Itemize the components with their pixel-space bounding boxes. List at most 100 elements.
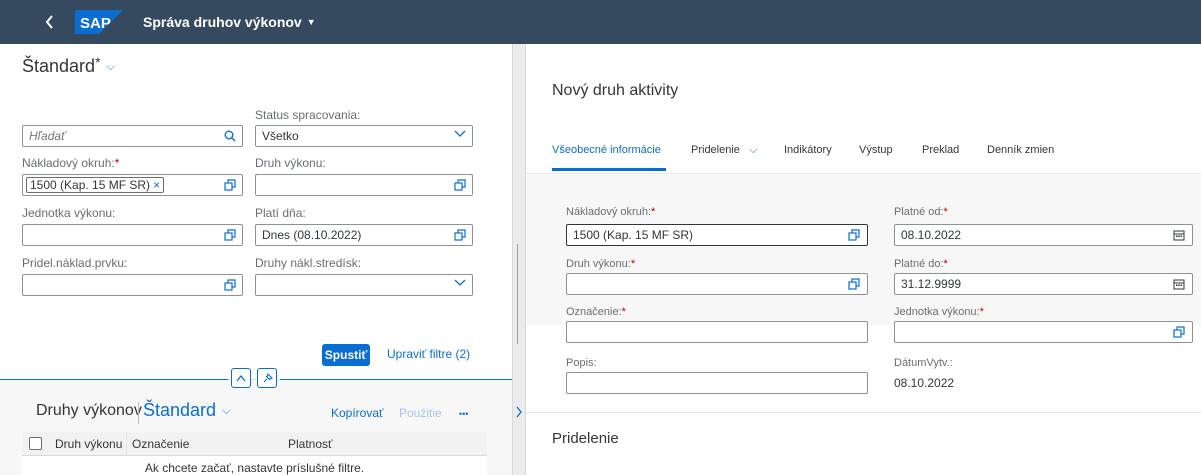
valid-on-input[interactable]: Dnes (08.10.2022) <box>255 224 473 246</box>
cost-area-label: Nákladový okruh:* <box>22 156 119 170</box>
select-all-checkbox[interactable] <box>29 437 42 450</box>
pin-icon <box>263 372 273 383</box>
valid-on-label: Platí dňa: <box>255 206 306 220</box>
cost-area-value: 1500 (Kap. 15 MF SR) <box>573 228 694 242</box>
valid-from-datepicker[interactable]: 08.10.2022 <box>894 224 1193 246</box>
variant-name: Štandard <box>22 56 96 76</box>
designation-input[interactable] <box>566 321 868 343</box>
column-header[interactable]: Platnosť <box>288 437 333 451</box>
element-assign-label: Pridel.náklad.prvku: <box>22 256 128 270</box>
expand-right-icon[interactable] <box>515 406 523 421</box>
value-help-icon[interactable] <box>846 276 862 292</box>
token-remove-icon[interactable]: × <box>153 178 160 192</box>
collapse-header-button[interactable] <box>231 368 251 388</box>
value-help-icon[interactable] <box>222 227 238 243</box>
chevron-down-icon <box>452 128 468 144</box>
chevron-down-icon <box>452 277 468 293</box>
cost-area-token[interactable]: 1500 (Kap. 15 MF SR) × <box>26 177 165 193</box>
value-help-icon[interactable] <box>222 177 238 193</box>
chevron-down-icon: ⌵ <box>106 61 115 73</box>
shell-bar: SAP Správa druhov výkonov ▼ <box>0 0 1201 44</box>
detail-panel: Nový druh aktivity Všeobecné informácie … <box>526 44 1201 475</box>
activity-type-label: Druh výkonu: <box>255 156 326 170</box>
table-empty-text: Ak chcete začať, nastavte príslušné filt… <box>22 456 487 475</box>
cost-area-input[interactable]: 1500 (Kap. 15 MF SR) <box>566 224 868 246</box>
calendar-icon[interactable] <box>1171 227 1187 243</box>
unit-input[interactable] <box>22 224 243 246</box>
valid-to-datepicker[interactable]: 31.12.9999 <box>894 273 1193 295</box>
column-separator <box>126 432 127 456</box>
cost-area-multiinput[interactable]: 1500 (Kap. 15 MF SR) × <box>22 174 243 196</box>
sap-logo[interactable]: SAP <box>75 10 123 34</box>
object-title: Nový druh aktivity <box>552 82 679 99</box>
variant-selector[interactable]: Štandard* ⌵ <box>22 54 115 77</box>
status-value: Všetko <box>262 129 299 143</box>
status-label: Status spracovania: <box>255 108 361 122</box>
valid-to-value: 31.12.9999 <box>901 277 962 291</box>
value-help-icon[interactable] <box>1171 324 1187 340</box>
cc-types-label: Druhy nákl.stredísk: <box>255 256 362 270</box>
valid-to-label-text: Platné do: <box>894 258 944 270</box>
divider-line <box>280 379 512 380</box>
created-date-label: DátumVytv.: <box>894 357 953 369</box>
layout-splitter[interactable] <box>512 44 526 475</box>
activity-type-input[interactable] <box>566 273 868 295</box>
calendar-icon[interactable] <box>1171 276 1187 292</box>
svg-text:SAP: SAP <box>80 15 111 32</box>
table-header: Druh výkonu Označenie Platnosť <box>22 432 487 456</box>
copy-button[interactable]: Kopírovať <box>331 406 384 420</box>
splitter-handle[interactable] <box>517 244 518 344</box>
unit-input[interactable] <box>894 321 1193 343</box>
go-button[interactable]: Spustiť <box>322 344 370 366</box>
search-icon[interactable] <box>222 128 238 144</box>
value-help-icon[interactable] <box>846 227 862 243</box>
chevron-down-icon: ⌵ <box>222 405 231 417</box>
tab-general[interactable]: Všeobecné informácie <box>552 144 661 156</box>
activity-type-input[interactable] <box>255 174 473 196</box>
valid-from-label: Platné od:* <box>894 206 948 218</box>
tab-translation[interactable]: Preklad <box>922 144 959 156</box>
tab-change-log[interactable]: Denník zmien <box>987 144 1054 156</box>
app-title-menu[interactable]: Správa druhov výkonov ▼ <box>143 14 316 30</box>
tab-assignment-label: Pridelenie <box>691 144 740 156</box>
adapt-filters-link[interactable]: Upraviť filtre (2) <box>387 347 470 361</box>
created-date-value: 08.10.2022 <box>894 376 955 390</box>
tab-output[interactable]: Výstup <box>859 144 893 156</box>
value-help-icon[interactable] <box>452 177 468 193</box>
chevron-left-icon <box>45 15 53 29</box>
column-header[interactable]: Označenie <box>132 437 189 451</box>
tab-assignment[interactable]: Pridelenie ⌵ <box>691 144 757 157</box>
element-assign-input[interactable] <box>22 274 243 296</box>
value-help-icon[interactable] <box>452 227 468 243</box>
description-input[interactable] <box>566 372 868 394</box>
pin-header-button[interactable] <box>257 368 277 388</box>
designation-label: Označenie:* <box>566 306 626 318</box>
activity-type-label-text: Druh výkonu: <box>566 258 631 270</box>
cost-area-label: Nákladový okruh:* <box>566 206 655 218</box>
required-mark: * <box>943 258 948 270</box>
activity-type-label: Druh výkonu:* <box>566 258 635 270</box>
column-header[interactable]: Druh výkonu <box>55 437 122 451</box>
required-mark: * <box>943 206 948 218</box>
caret-down-icon: ▼ <box>306 17 316 27</box>
cost-area-label-text: Nákladový okruh: <box>22 156 115 170</box>
use-button[interactable]: Použitie <box>399 406 442 420</box>
token-text: 1500 (Kap. 15 MF SR) <box>30 178 151 192</box>
unit-label: Jednotka výkonu: <box>22 206 116 220</box>
status-select[interactable]: Všetko <box>255 125 473 147</box>
description-label: Popis: <box>566 357 597 369</box>
valid-on-value: Dnes (08.10.2022) <box>262 228 362 242</box>
more-icon[interactable]: ••• <box>459 409 468 419</box>
tab-indicators[interactable]: Indikátory <box>784 144 832 156</box>
required-mark: * <box>979 306 984 318</box>
value-help-icon[interactable] <box>222 277 238 293</box>
back-button[interactable] <box>40 12 60 32</box>
required-mark: * <box>651 206 656 218</box>
valid-from-value: 08.10.2022 <box>901 228 962 242</box>
cc-types-select[interactable] <box>255 274 473 296</box>
required-mark: * <box>630 258 636 270</box>
list-variant-selector[interactable]: Štandard ⌵ <box>143 400 230 421</box>
chevron-up-icon <box>236 374 246 382</box>
search-input[interactable]: Hľadať <box>22 125 243 147</box>
designation-label-text: Označenie: <box>566 306 622 318</box>
